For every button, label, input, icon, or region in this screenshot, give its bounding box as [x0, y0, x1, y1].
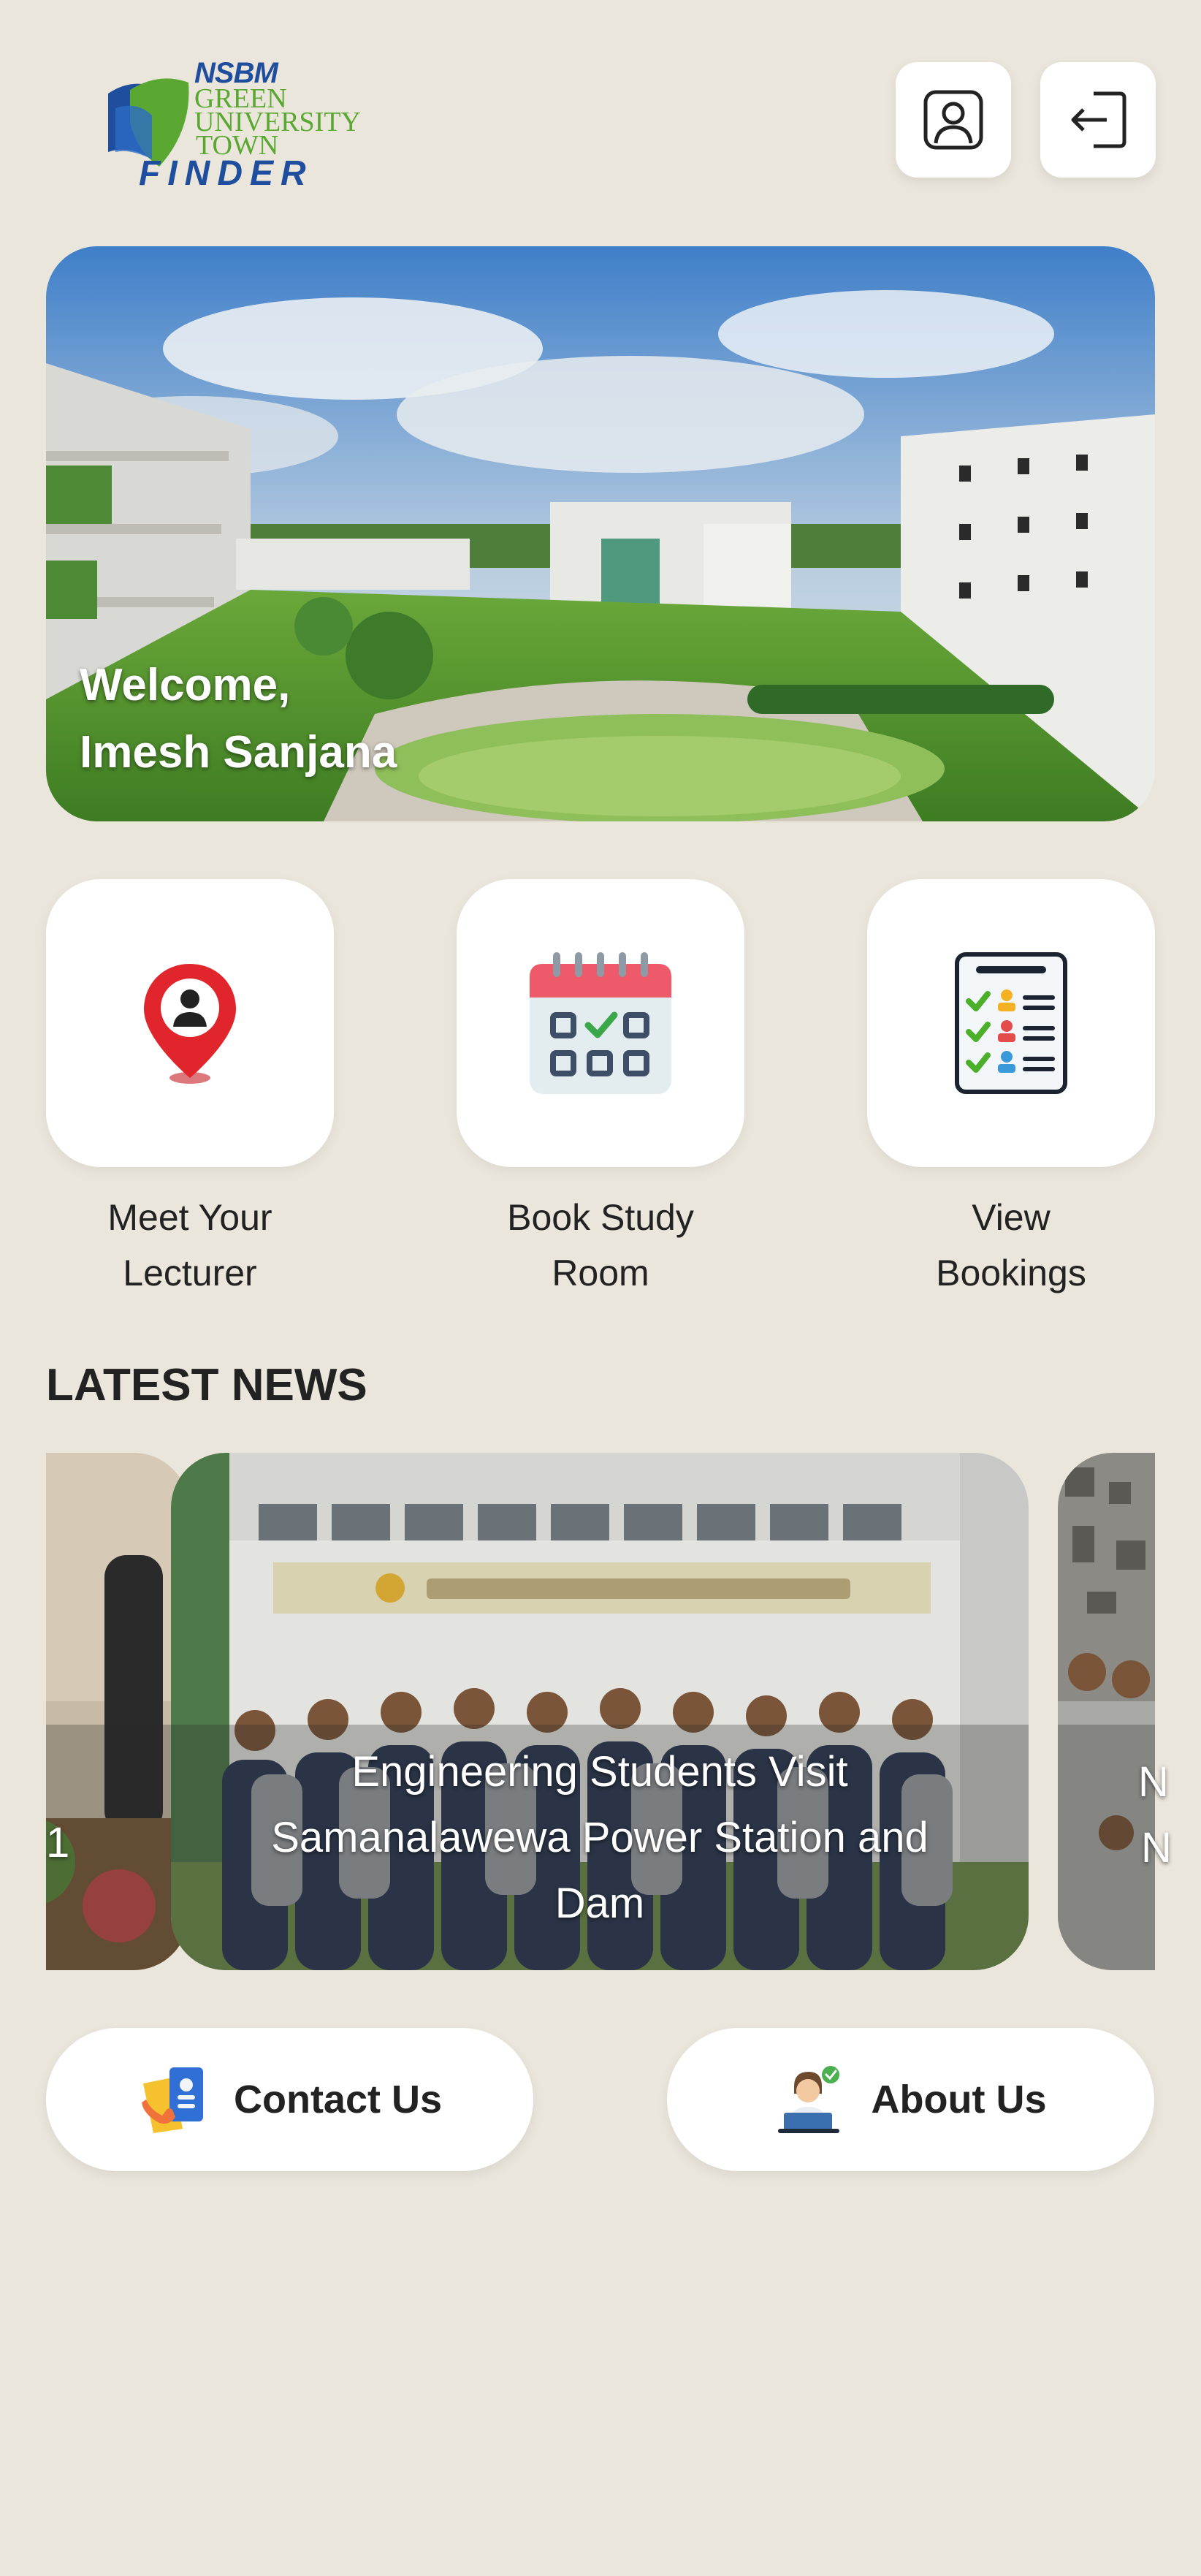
meet-lecturer-label-line2: Lecturer	[123, 1253, 257, 1293]
view-bookings-label: View Bookings	[867, 1190, 1155, 1301]
contact-card-icon	[141, 2067, 203, 2133]
logout-button[interactable]	[1040, 62, 1156, 178]
profile-button[interactable]	[896, 62, 1011, 178]
view-bookings-label-line2: Bookings	[936, 1253, 1086, 1293]
location-pin-icon	[144, 964, 236, 1084]
book-study-room-label-line2: Room	[552, 1253, 649, 1293]
news-caption-line1: Engineering Students Visit	[351, 1748, 848, 1796]
support-agent-icon	[777, 2066, 839, 2133]
book-study-room-label: Book Study Room	[457, 1190, 744, 1301]
book-study-room-button[interactable]	[457, 879, 744, 1167]
news-caption-next-line1: N	[1138, 1758, 1169, 1806]
contact-us-button[interactable]: Contact Us	[46, 2028, 533, 2171]
news-caption-line3: Dam	[554, 1880, 645, 1927]
contact-us-label: Contact Us	[233, 2078, 443, 2121]
news-card-previous[interactable]	[46, 1453, 188, 1970]
view-bookings-label-line1: View	[972, 1197, 1051, 1238]
profile-icon	[923, 90, 983, 150]
news-caption-line2: Samanalawewa Power Station and	[271, 1814, 929, 1861]
logout-icon	[1071, 91, 1126, 148]
welcome-message: Welcome, Imesh Sanjana	[80, 652, 397, 786]
welcome-user-name: Imesh Sanjana	[80, 727, 397, 778]
news-caption-previous-tail: 1	[46, 1819, 70, 1866]
view-bookings-button[interactable]	[867, 879, 1155, 1167]
news-caption-next-line2: N	[1141, 1824, 1172, 1872]
meet-lecturer-button[interactable]	[46, 879, 334, 1167]
meet-lecturer-label: Meet Your Lecturer	[46, 1190, 334, 1301]
welcome-greeting: Welcome,	[80, 660, 291, 710]
latest-news-heading: LATEST NEWS	[46, 1360, 367, 1410]
checklist-icon	[955, 952, 1067, 1094]
hero-banner: Welcome, Imesh Sanjana	[46, 246, 1155, 821]
about-us-label: About Us	[871, 2078, 1047, 2121]
app-logo: NSBM GREEN UNIVERSITY TOWN FINDER	[101, 42, 371, 200]
meet-lecturer-label-line1: Meet Your	[107, 1197, 272, 1238]
news-caption: Engineering Students Visit Samanalawewa …	[215, 1739, 985, 1937]
news-carousel[interactable]: Engineering Students Visit Samanalawewa …	[46, 1453, 1155, 1970]
news-card-current[interactable]: Engineering Students Visit Samanalawewa …	[171, 1453, 1029, 1970]
logo-product-name: FINDER	[139, 154, 313, 193]
news-card-next[interactable]	[1058, 1453, 1155, 1970]
calendar-icon	[530, 952, 671, 1094]
about-us-button[interactable]: About Us	[667, 2028, 1154, 2171]
book-study-room-label-line1: Book Study	[507, 1197, 694, 1238]
